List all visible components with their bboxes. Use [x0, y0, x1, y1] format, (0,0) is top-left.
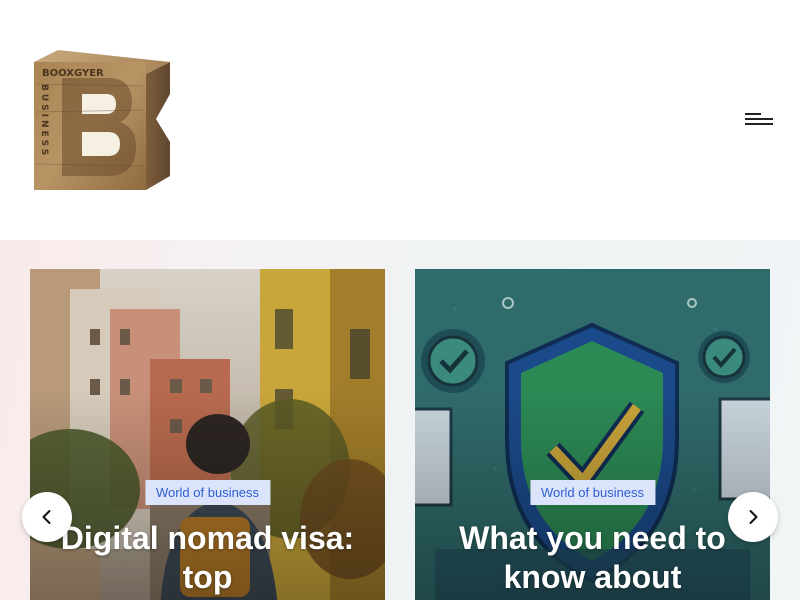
logo-top-text: BOOXGYER — [42, 68, 104, 79]
category-badge[interactable]: World of business — [529, 480, 656, 505]
hamburger-line — [745, 118, 773, 120]
post-card[interactable]: World of business What you need to know … — [415, 269, 770, 600]
site-header: BOOXGYER BUSINESS — [0, 0, 800, 240]
featured-posts-slider: World of business Digital nomad visa: to… — [0, 240, 800, 600]
category-badge[interactable]: World of business — [144, 480, 271, 505]
hamburger-line — [745, 123, 773, 125]
slider-next-button[interactable] — [728, 492, 778, 542]
chevron-left-icon — [42, 510, 51, 524]
chevron-right-icon — [749, 510, 758, 524]
post-card[interactable]: World of business Digital nomad visa: to… — [30, 269, 385, 600]
slider-prev-button[interactable] — [22, 492, 72, 542]
wooden-block-b-logo-icon: BOOXGYER BUSINESS — [34, 50, 170, 190]
logo-side-text: BUSINESS — [39, 84, 49, 158]
hamburger-menu-button[interactable] — [743, 111, 775, 131]
post-title[interactable]: What you need to know about — [415, 519, 770, 597]
hamburger-menu-icon — [745, 113, 761, 115]
post-title[interactable]: Digital nomad visa: top — [30, 519, 385, 597]
site-logo[interactable]: BOOXGYER BUSINESS — [28, 44, 176, 194]
